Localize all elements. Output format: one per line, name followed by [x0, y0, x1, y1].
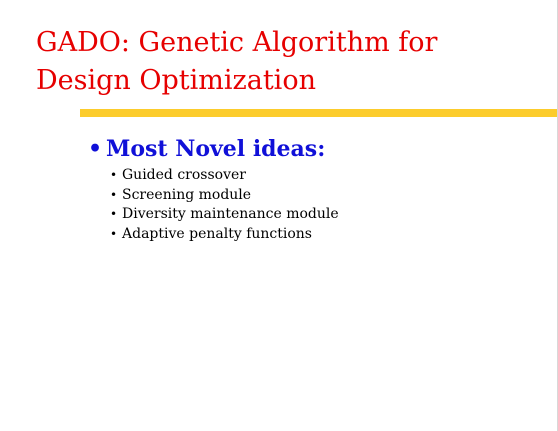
- slide-title-line-2: Design Optimization: [36, 65, 316, 96]
- main-bullet-icon: •: [88, 136, 103, 162]
- slide-title-line-1: GADO: Genetic Algorithm for: [36, 27, 438, 58]
- main-bullet-label: Most Novel ideas:: [106, 136, 326, 162]
- sub-bullet-item-guided-crossover: • Guided crossover: [110, 166, 339, 186]
- main-bullet-item: • Most Novel ideas:: [88, 134, 325, 164]
- sub-bullet-item-screening-module: • Screening module: [110, 186, 339, 206]
- sub-bullet-label: Screening module: [122, 186, 252, 203]
- sub-bullet-label: Adaptive penalty functions: [122, 225, 312, 242]
- sub-bullet-label: Diversity maintenance module: [122, 206, 339, 222]
- title-underline-rule: [80, 109, 558, 117]
- sub-bullet-label: Guided crossover: [122, 167, 246, 183]
- sub-bullet-icon: •: [110, 226, 118, 241]
- sub-bullet-item-adaptive-penalty: • Adaptive penalty functions: [110, 225, 339, 245]
- sub-bullet-icon: •: [110, 187, 118, 202]
- sub-bullet-icon: •: [110, 207, 118, 221]
- slide: GADO: Genetic Algorithm for Design Optim…: [0, 0, 558, 431]
- slide-title: GADO: Genetic Algorithm for Design Optim…: [36, 24, 437, 100]
- sub-bullet-icon: •: [110, 168, 118, 182]
- sub-bullet-list: • Guided crossover • Screening module • Div…: [110, 166, 339, 244]
- sub-bullet-item-diversity-maintenance: • Diversity maintenance module: [110, 205, 339, 225]
